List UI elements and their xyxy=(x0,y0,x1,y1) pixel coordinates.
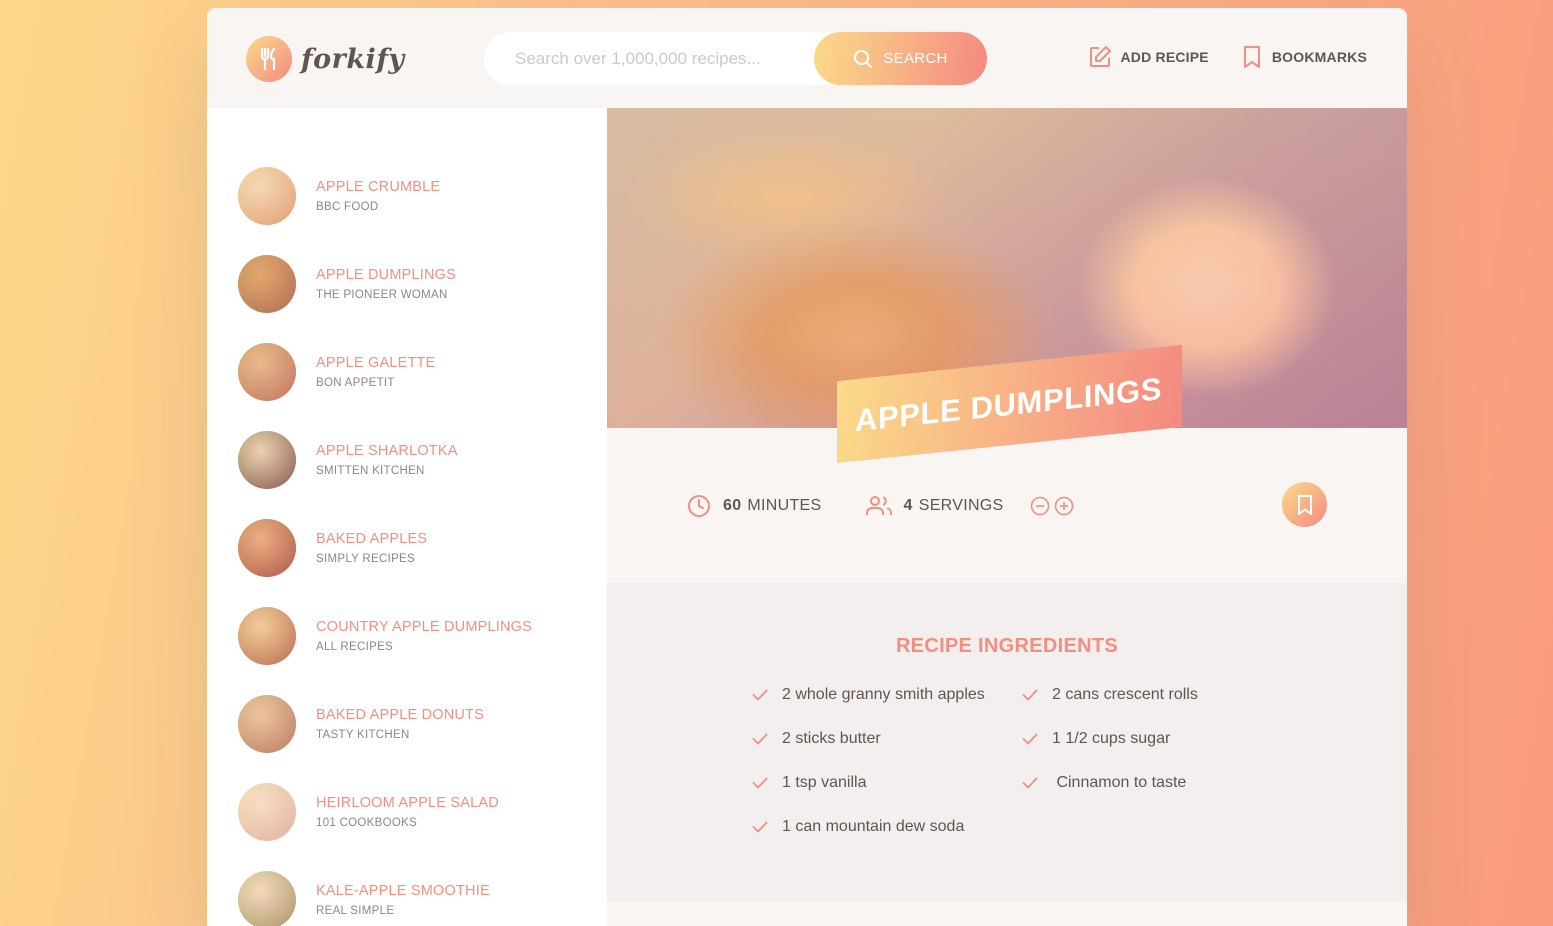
ingredient-item: 2 whole granny smith apples xyxy=(752,686,1022,704)
app-container: forkify SEARCH ADD RECIPE xyxy=(207,8,1407,926)
ingredient-text: Cinnamon to taste xyxy=(1052,774,1187,791)
servings: 4 SERVINGS xyxy=(865,494,1074,518)
result-item[interactable]: COUNTRY APPLE DUMPLINGS ALL RECIPES xyxy=(207,592,607,680)
check-icon xyxy=(752,689,768,701)
check-icon xyxy=(752,821,768,833)
ingredient-item: 2 cans crescent rolls xyxy=(1022,686,1242,704)
result-item[interactable]: APPLE GALETTE BON APPETIT xyxy=(207,328,607,416)
result-thumbnail xyxy=(238,431,296,489)
search-icon xyxy=(854,49,873,68)
result-thumbnail xyxy=(238,167,296,225)
ingredient-text: 1 can mountain dew soda xyxy=(782,818,965,835)
result-title: BAKED APPLE DONUTS xyxy=(316,707,484,723)
servings-controls xyxy=(1030,496,1074,516)
result-publisher: ALL RECIPES xyxy=(316,641,394,653)
fork-knife-icon xyxy=(246,36,292,82)
logo-text: forkify xyxy=(301,43,405,75)
users-icon xyxy=(865,495,892,515)
bookmark-icon xyxy=(1243,46,1260,68)
result-item[interactable]: APPLE DUMPLINGS THE PIONEER WOMAN xyxy=(207,240,607,328)
result-title: APPLE CRUMBLE xyxy=(316,179,441,195)
search-results: APPLE CRUMBLE BBC FOOD APPLE DUMPLINGS T… xyxy=(207,108,607,926)
ingredient-item: 1 tsp vanilla xyxy=(752,774,1022,792)
result-publisher: REAL SIMPLE xyxy=(316,905,395,917)
ingredient-item: Cinnamon to taste xyxy=(1022,774,1242,792)
result-thumbnail xyxy=(238,519,296,577)
header: forkify SEARCH ADD RECIPE xyxy=(207,8,1407,108)
cooking-time: 60 MINUTES xyxy=(687,494,822,518)
add-recipe-button[interactable]: ADD RECIPE xyxy=(1088,45,1209,69)
check-icon xyxy=(1022,689,1038,701)
search-input[interactable] xyxy=(484,32,814,85)
check-icon xyxy=(1022,777,1038,789)
result-item[interactable]: APPLE CRUMBLE BBC FOOD xyxy=(207,152,607,240)
result-thumbnail xyxy=(238,871,296,926)
recipe-figure: APPLE DUMPLINGS xyxy=(607,108,1407,464)
minus-circle-icon xyxy=(1030,496,1049,515)
ingredient-item: 2 sticks butter xyxy=(752,730,1022,748)
logo[interactable]: forkify xyxy=(246,36,405,82)
bookmarks-label: BOOKMARKS xyxy=(1271,49,1367,65)
bookmark-recipe-button[interactable] xyxy=(1282,482,1327,527)
result-title: APPLE SHARLOTKA xyxy=(316,443,458,459)
recipe-view: APPLE DUMPLINGS 60 MINUTES 4 SERVINGS RE… xyxy=(607,108,1407,926)
ingredient-text: 2 sticks butter xyxy=(782,730,881,747)
result-publisher: TASTY KITCHEN xyxy=(316,729,410,741)
increase-servings-button[interactable] xyxy=(1054,496,1074,516)
result-publisher: BON APPETIT xyxy=(316,377,395,389)
recipe-ingredients: RECIPE INGREDIENTS 2 whole granny smith … xyxy=(607,583,1407,902)
top-nav: ADD RECIPE BOOKMARKS xyxy=(1088,45,1368,69)
add-recipe-label: ADD RECIPE xyxy=(1120,49,1209,65)
search-button-label: SEARCH xyxy=(883,50,948,67)
result-title: BAKED APPLES xyxy=(316,531,428,547)
result-item[interactable]: KALE-APPLE SMOOTHIE REAL SIMPLE xyxy=(207,856,607,926)
cooking-time-value: 60 xyxy=(723,496,742,514)
result-publisher: BBC FOOD xyxy=(316,201,379,213)
clock-icon xyxy=(688,494,710,517)
ingredient-item: 1 can mountain dew soda xyxy=(752,818,1022,836)
result-publisher: SMITTEN KITCHEN xyxy=(316,465,425,477)
ingredient-text: 2 whole granny smith apples xyxy=(782,686,985,703)
result-thumbnail xyxy=(238,343,296,401)
result-item[interactable]: HEIRLOOM APPLE SALAD 101 COOKBOOKS xyxy=(207,768,607,856)
result-publisher: SIMPLY RECIPES xyxy=(316,553,416,565)
ingredient-item: 1 1/2 cups sugar xyxy=(1022,730,1242,748)
ingredient-text: 1 1/2 cups sugar xyxy=(1052,730,1171,747)
bookmarks-button[interactable]: BOOKMARKS xyxy=(1241,45,1367,69)
result-thumbnail xyxy=(238,255,296,313)
result-title: APPLE GALETTE xyxy=(316,355,436,371)
result-title: KALE-APPLE SMOOTHIE xyxy=(316,883,490,899)
result-title: COUNTRY APPLE DUMPLINGS xyxy=(316,619,532,635)
cooking-time-unit: MINUTES xyxy=(747,496,822,514)
servings-value: 4 xyxy=(903,496,913,514)
plus-circle-icon xyxy=(1054,496,1073,515)
result-publisher: 101 COOKBOOKS xyxy=(316,817,418,829)
check-icon xyxy=(1022,733,1038,745)
search-button[interactable]: SEARCH xyxy=(814,32,987,85)
result-title: HEIRLOOM APPLE SALAD xyxy=(316,795,499,811)
ingredients-heading: RECIPE INGREDIENTS xyxy=(895,635,1119,657)
search-form: SEARCH xyxy=(484,32,987,85)
result-publisher: THE PIONEER WOMAN xyxy=(316,289,448,301)
result-title: APPLE DUMPLINGS xyxy=(316,267,456,283)
recipe-details: 60 MINUTES 4 SERVINGS xyxy=(607,428,1407,583)
result-item[interactable]: BAKED APPLE DONUTS TASTY KITCHEN xyxy=(207,680,607,768)
check-icon xyxy=(752,777,768,789)
ingredient-text: 1 tsp vanilla xyxy=(782,774,867,791)
bookmark-icon xyxy=(1297,494,1312,515)
edit-icon xyxy=(1089,46,1111,67)
check-icon xyxy=(752,733,768,745)
result-thumbnail xyxy=(238,695,296,753)
decrease-servings-button[interactable] xyxy=(1030,496,1050,516)
ingredient-text: 2 cans crescent rolls xyxy=(1052,686,1198,703)
result-thumbnail xyxy=(238,607,296,665)
result-item[interactable]: APPLE SHARLOTKA SMITTEN KITCHEN xyxy=(207,416,607,504)
ingredient-list: 2 whole granny smith apples 2 cans cresc… xyxy=(752,686,1407,836)
result-thumbnail xyxy=(238,783,296,841)
servings-unit: SERVINGS xyxy=(918,496,1004,514)
result-item[interactable]: BAKED APPLES SIMPLY RECIPES xyxy=(207,504,607,592)
